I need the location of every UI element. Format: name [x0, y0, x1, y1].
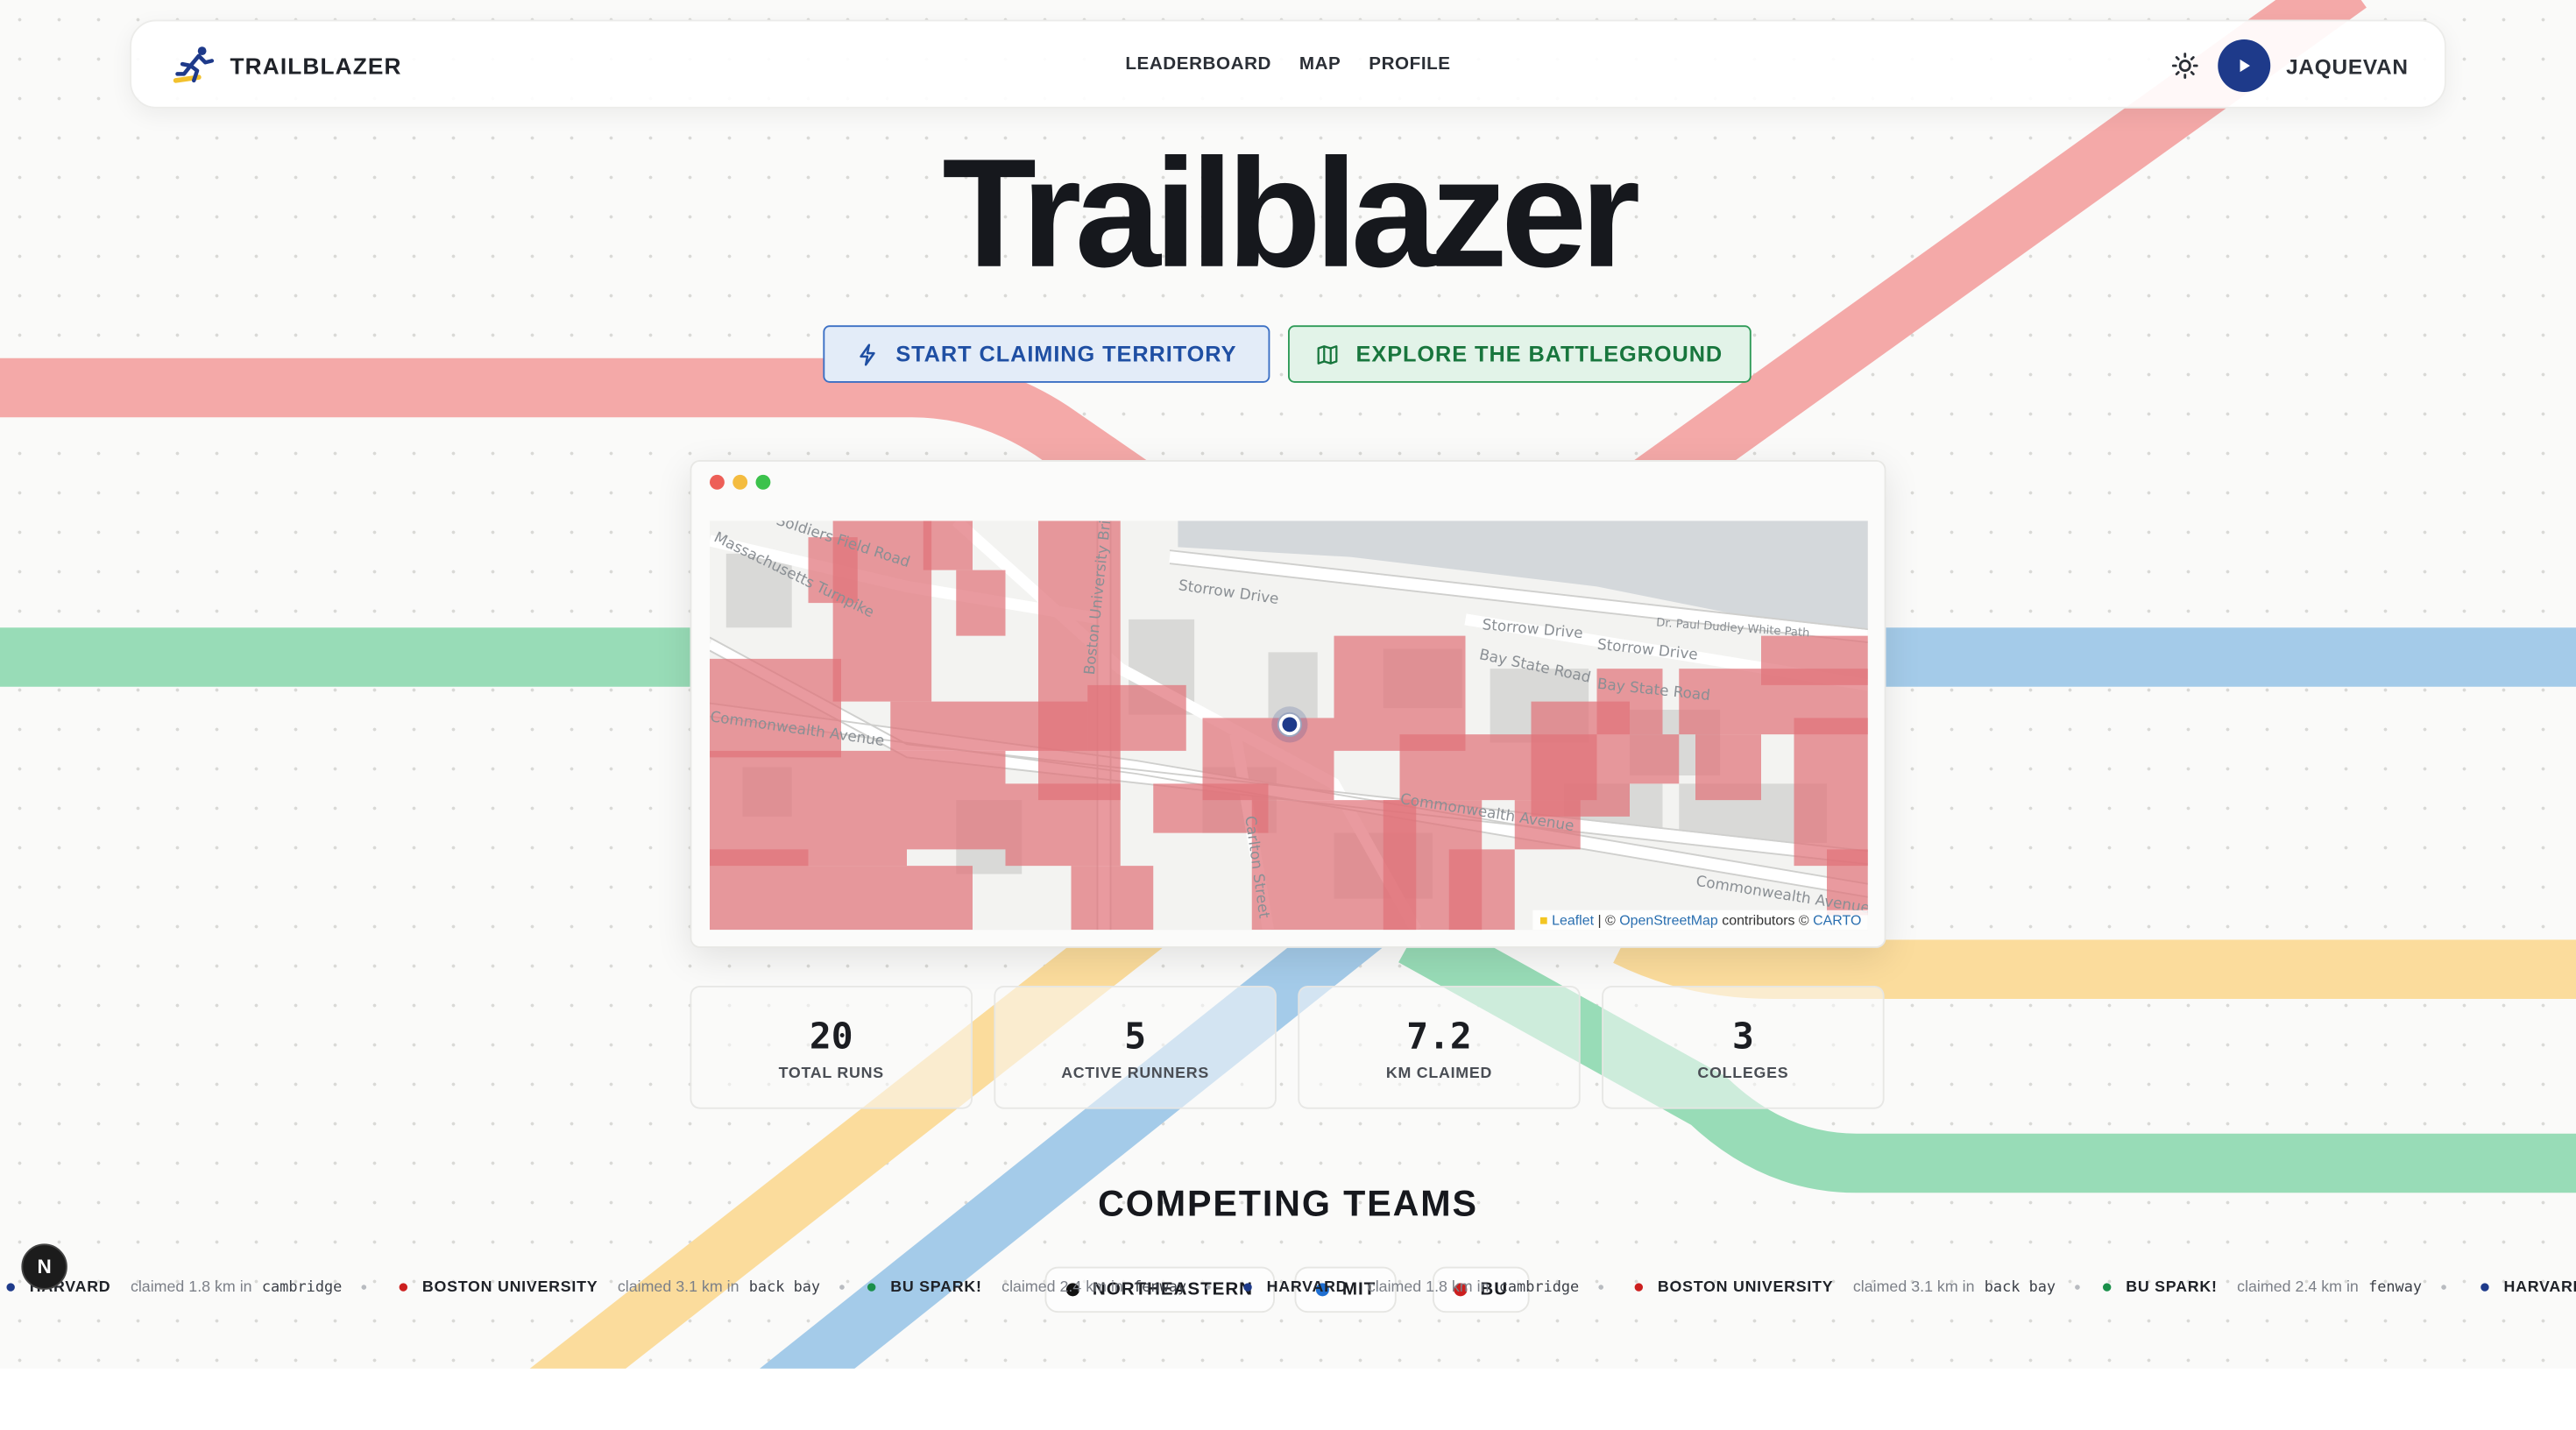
ticker-item: BU SPARK! claimed 2.4 km in fenway — [867, 1278, 1212, 1297]
ticker-item: BU SPARK! claimed 2.4 km in fenway — [2103, 1278, 2447, 1297]
separator-dot — [2075, 1285, 2081, 1290]
window-maximize-dot — [755, 474, 771, 490]
nav-links: LEADERBOARD MAP PROFILE — [131, 54, 2445, 74]
in-word: in — [1476, 1278, 1490, 1297]
ticker-team: HARVARD — [2503, 1278, 2576, 1297]
explore-battleground-button[interactable]: EXPLORE THE BATTLEGROUND — [1288, 325, 1752, 383]
stat-active-runners: 5 ACTIVE RUNNERS — [994, 986, 1277, 1109]
ticker-location: back bay — [1984, 1278, 2056, 1296]
nav-link-map[interactable]: MAP — [1299, 54, 1341, 74]
osm-link[interactable]: OpenStreetMap — [1619, 912, 1718, 929]
ticker-team: BOSTON UNIVERSITY — [1657, 1278, 1834, 1297]
sun-icon — [2170, 53, 2197, 79]
in-word: in — [2346, 1278, 2359, 1297]
ticker-location: cambridge — [261, 1278, 343, 1296]
avatar[interactable] — [2217, 39, 2270, 92]
map-attribution: ■ Leaflet | © OpenStreetMap contributors… — [1532, 910, 1868, 931]
ticker-distance: 1.8 km — [1426, 1278, 1473, 1297]
stat-total-runs: 20 TOTAL RUNS — [690, 986, 973, 1109]
stat-label: ACTIVE RUNNERS — [1061, 1065, 1210, 1083]
page: TRAILBLAZER LEADERBOARD MAP PROFILE JAQU… — [0, 0, 2576, 1430]
ticker-distance: 1.8 km — [188, 1278, 236, 1297]
in-word: in — [1110, 1278, 1123, 1297]
ticker-team: BU SPARK! — [2126, 1278, 2218, 1297]
separator-dot — [839, 1285, 846, 1290]
ticker-item: HARVARD — [2480, 1278, 2576, 1297]
team-dot — [6, 1283, 15, 1292]
team-dot — [1634, 1283, 1643, 1292]
claimed-word: claimed — [2237, 1278, 2291, 1297]
hero-title: Trailblazer — [942, 126, 1640, 300]
ticker-location: back bay — [748, 1278, 821, 1296]
ticker-item: BOSTON UNIVERSITY claimed 3.1 km in back… — [1634, 1278, 2081, 1297]
claimed-word: claimed — [130, 1278, 185, 1297]
ticker-team: BU SPARK! — [890, 1278, 982, 1297]
claimed-word: claimed — [1367, 1278, 1422, 1297]
ticker-distance: 3.1 km — [1911, 1278, 1958, 1297]
map-tiles: Storrow Drive Storrow Drive Storrow Driv… — [710, 520, 1868, 931]
map-icon — [1318, 344, 1339, 364]
team-dot — [2103, 1283, 2112, 1292]
ticker-team: BOSTON UNIVERSITY — [421, 1278, 598, 1297]
stat-value: 3 — [1731, 1016, 1754, 1058]
nav-link-leaderboard[interactable]: LEADERBOARD — [1125, 54, 1271, 74]
start-claiming-button[interactable]: START CLAIMING TERRITORY — [823, 325, 1270, 383]
nav-user-area: JAQUEVAN — [2166, 39, 2409, 92]
activity-ticker: HARVARD claimed 1.8 km in cambridge BOST… — [0, 1265, 2576, 1308]
stat-label: COLLEGES — [1697, 1065, 1789, 1083]
username[interactable]: JAQUEVAN — [2286, 53, 2409, 78]
ticker-location: fenway — [1133, 1278, 1187, 1296]
claimed-word: claimed — [1852, 1278, 1907, 1297]
in-word: in — [239, 1278, 252, 1297]
separator-dot — [361, 1285, 367, 1290]
separator-dot — [2441, 1285, 2447, 1290]
ticker-distance: 2.4 km — [1059, 1278, 1107, 1297]
territory-map[interactable]: Storrow Drive Storrow Drive Storrow Driv… — [710, 520, 1868, 931]
nav-link-profile[interactable]: PROFILE — [1369, 54, 1450, 74]
explore-battleground-label: EXPLORE THE BATTLEGROUND — [1355, 342, 1723, 367]
start-claiming-label: START CLAIMING TERRITORY — [895, 342, 1237, 367]
attribution-contributors: contributors © — [1722, 911, 1809, 929]
in-word: in — [726, 1278, 740, 1297]
current-location-marker[interactable] — [1271, 706, 1308, 743]
theme-toggle-button[interactable] — [2166, 47, 2202, 83]
stat-colleges: 3 COLLEGES — [1602, 986, 1885, 1109]
stat-label: TOTAL RUNS — [778, 1065, 884, 1083]
leaflet-link[interactable]: Leaflet — [1552, 912, 1594, 929]
carto-link[interactable]: CARTO — [1813, 912, 1861, 929]
window-close-dot — [710, 474, 725, 490]
team-dot — [2480, 1283, 2489, 1292]
separator-dot — [1206, 1285, 1212, 1290]
stat-value: 5 — [1124, 1016, 1147, 1058]
lightning-icon — [860, 343, 876, 365]
stat-label: KM CLAIMED — [1385, 1065, 1493, 1083]
claimed-word: claimed — [617, 1278, 672, 1297]
team-dot — [1243, 1283, 1252, 1292]
stat-value: 20 — [809, 1016, 853, 1058]
attribution-sep: | © — [1597, 911, 1616, 929]
window-minimize-dot — [732, 474, 748, 490]
play-icon — [2239, 59, 2250, 73]
dev-tools-badge[interactable]: N — [21, 1243, 67, 1290]
competing-teams-title: COMPETING TEAMS — [1098, 1183, 1478, 1224]
ticker-distance: 3.1 km — [676, 1278, 723, 1297]
ticker-location: fenway — [2368, 1278, 2423, 1296]
ticker-location: cambridge — [1498, 1278, 1580, 1296]
ticker-distance: 2.4 km — [2295, 1278, 2342, 1297]
team-dot — [399, 1283, 407, 1292]
claimed-word: claimed — [1001, 1278, 1056, 1297]
team-dot — [867, 1283, 876, 1292]
stat-value: 7.2 — [1406, 1016, 1472, 1058]
ticker-item: BOSTON UNIVERSITY claimed 3.1 km in back… — [399, 1278, 846, 1297]
top-navbar: TRAILBLAZER LEADERBOARD MAP PROFILE JAQU… — [130, 19, 2446, 109]
map-preview-window: Storrow Drive Storrow Drive Storrow Driv… — [690, 460, 1886, 948]
in-word: in — [1962, 1278, 1975, 1297]
separator-dot — [1598, 1285, 1604, 1290]
ticker-item: HARVARD claimed 1.8 km in cambridge — [1243, 1278, 1604, 1297]
ticker-team: HARVARD — [1266, 1278, 1348, 1297]
stat-km-claimed: 7.2 KM CLAIMED — [1298, 986, 1581, 1109]
